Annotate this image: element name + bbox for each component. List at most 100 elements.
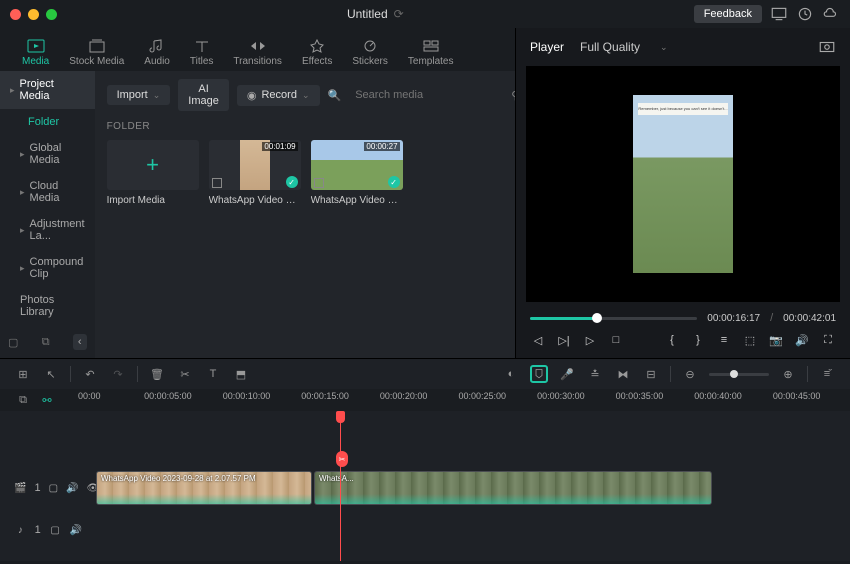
snapshot-icon[interactable] (818, 38, 836, 56)
timeline-clip-2[interactable]: WhatsA... (314, 471, 712, 505)
zoom-in-icon[interactable]: ⊕ (779, 365, 797, 383)
ruler-tick: 00:00:40:00 (679, 391, 758, 409)
media-clip-1[interactable]: 00:01:09✓ WhatsApp Video 202... (209, 140, 301, 206)
lock-icon[interactable]: ▢ (49, 523, 62, 537)
cloud-icon[interactable] (822, 5, 840, 23)
sidebar-folder[interactable]: Folder (0, 109, 95, 135)
preview-viewport[interactable]: Remember, just because you can't see it … (526, 66, 840, 302)
thumb-label: Import Media (107, 195, 199, 206)
feedback-button[interactable]: Feedback (694, 5, 762, 23)
sidebar-adjustment-layers[interactable]: ▸Adjustment La... (0, 211, 95, 249)
search-input[interactable] (349, 85, 503, 105)
timeline-mode-icon[interactable]: ⧉ (14, 391, 32, 409)
zoom-out-icon[interactable]: ⊖ (681, 365, 699, 383)
ruler-tick: 00:00:10:00 (207, 391, 286, 409)
camera-icon[interactable]: 📷 (768, 332, 784, 348)
ai-image-button[interactable]: AI Image (178, 79, 229, 111)
stop-icon[interactable]: □ (608, 332, 624, 348)
time-ruler[interactable]: 00:00 00:00:05:00 00:00:10:00 00:00:15:0… (50, 391, 836, 409)
zoom-slider[interactable] (709, 373, 769, 376)
fullscreen-icon[interactable]: ⛶ (820, 332, 836, 348)
cut-icon[interactable]: ✂ (176, 365, 194, 383)
clip-label: WhatsA... (319, 474, 354, 483)
sidebar-photos-library[interactable]: Photos Library (0, 287, 95, 325)
tab-label: Titles (190, 56, 214, 67)
history-icon[interactable] (796, 5, 814, 23)
sidebar-compound-clip[interactable]: ▸Compound Clip (0, 249, 95, 287)
playhead[interactable] (340, 411, 341, 561)
minimize-window[interactable] (28, 9, 39, 20)
stock-icon (87, 38, 107, 54)
tab-effects[interactable]: Effects (292, 34, 342, 71)
time-separator: / (770, 312, 773, 324)
text-icon[interactable]: T (204, 365, 222, 383)
quality-dropdown[interactable]: Full Quality⌄ (580, 40, 668, 54)
crop-tool-icon[interactable]: ⬒ (232, 365, 250, 383)
add-icon[interactable] (212, 178, 222, 188)
cut-marker[interactable]: ✂ (336, 451, 348, 467)
crop-icon[interactable]: ⬚ (742, 332, 758, 348)
record-button[interactable]: ◉Record⌄ (237, 85, 320, 106)
media-clip-2[interactable]: 00:00:27✓ WhatsApp Video 202... (311, 140, 403, 206)
sync-icon: ⟳ (394, 7, 404, 21)
add-icon[interactable] (314, 178, 324, 188)
prev-frame-icon[interactable]: ◁ (530, 332, 546, 348)
tab-templates[interactable]: Templates (398, 34, 464, 71)
tab-audio[interactable]: Audio (134, 34, 180, 71)
timeline-panel: ⊞ ↖ ↶ ↷ 🗑 ✂ T ⬒ ◐ 🎤 ≛ ⧓ ⊟ ⊖ ⊕ ≡̌ ⧉ ⚯ 00:… (0, 358, 850, 561)
close-window[interactable] (10, 9, 21, 20)
sidebar-global-media[interactable]: ▸Global Media (0, 135, 95, 173)
effects-icon (307, 38, 327, 54)
button-label: AI Image (188, 83, 219, 107)
sidebar-label: Folder (28, 116, 59, 128)
new-folder-icon[interactable]: ▢ (8, 336, 18, 349)
list-icon[interactable]: ≡ (716, 332, 732, 348)
tab-stock-media[interactable]: Stock Media (59, 34, 134, 71)
mixer-icon[interactable]: ≛ (586, 365, 604, 383)
pointer-icon[interactable]: ↖ (42, 365, 60, 383)
display-icon[interactable] (770, 5, 788, 23)
mark-in-icon[interactable]: { (664, 332, 680, 348)
player-label: Player (530, 40, 564, 54)
tab-label: Media (22, 56, 49, 67)
link-icon[interactable]: ⧉ (42, 336, 50, 349)
track-number: 1 (35, 524, 41, 536)
tab-media[interactable]: Media (12, 34, 59, 71)
mute-icon[interactable]: 🔊 (69, 523, 82, 537)
next-frame-icon[interactable]: ▷| (556, 332, 572, 348)
redo-icon[interactable]: ↷ (109, 365, 127, 383)
ruler-tick: 00:00:30:00 (522, 391, 601, 409)
preview-caption: Remember, just because you can't see it … (638, 103, 728, 115)
import-media-tile[interactable]: + Import Media (107, 140, 199, 206)
play-icon[interactable]: ▷ (582, 332, 598, 348)
auto-icon[interactable]: ◐ (502, 365, 520, 383)
check-icon: ✓ (286, 176, 298, 188)
lock-icon[interactable]: ▢ (49, 481, 58, 495)
track-options-icon[interactable]: ≡̌ (818, 365, 836, 383)
snap-icon[interactable]: ⧓ (614, 365, 632, 383)
media-browser: Import⌄ AI Image ◉Record⌄ 🔍 ⚲ ⋯ FOLDER +… (95, 71, 515, 358)
ruler-tick: 00:00:25:00 (443, 391, 522, 409)
timeline-tracks[interactable]: ✂ 🎬 1 ▢ 🔊 👁 WhatsApp Video 2023-09-28 at… (0, 411, 850, 561)
collapse-sidebar-icon[interactable]: ‹ (73, 334, 87, 350)
import-button[interactable]: Import⌄ (107, 85, 171, 105)
mic-icon[interactable]: 🎤 (558, 365, 576, 383)
sidebar-project-media[interactable]: ▸Project Media (0, 71, 95, 109)
marker-icon[interactable] (530, 365, 548, 383)
sidebar-cloud-media[interactable]: ▸Cloud Media (0, 173, 95, 211)
delete-icon[interactable]: 🗑 (148, 365, 166, 383)
link-tool-icon[interactable]: ⊟ (642, 365, 660, 383)
timeline-clip-1[interactable]: WhatsApp Video 2023-09-28 at 2.07.57 PM (96, 471, 312, 505)
layout-icon[interactable]: ⊞ (14, 365, 32, 383)
mark-out-icon[interactable]: } (690, 332, 706, 348)
tab-stickers[interactable]: Stickers (342, 34, 398, 71)
volume-icon[interactable]: 🔊 (794, 332, 810, 348)
tab-transitions[interactable]: Transitions (223, 34, 292, 71)
track-number: 1 (34, 482, 40, 494)
mute-icon[interactable]: 🔊 (66, 481, 78, 495)
undo-icon[interactable]: ↶ (81, 365, 99, 383)
tab-titles[interactable]: Titles (180, 34, 224, 71)
main-tabs: Media Stock Media Audio Titles Transitio… (0, 28, 515, 71)
playback-scrubber[interactable] (530, 317, 697, 320)
maximize-window[interactable] (46, 9, 57, 20)
